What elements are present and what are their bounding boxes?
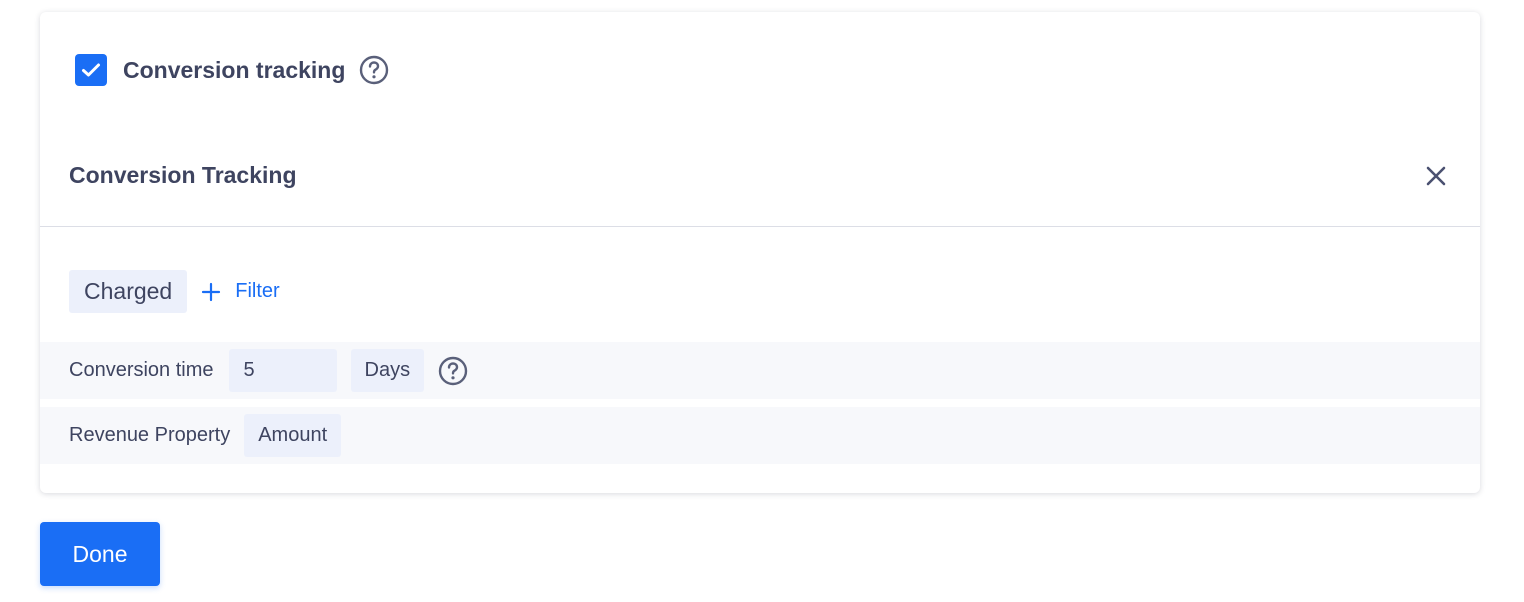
panel-title: Conversion Tracking — [69, 162, 297, 188]
conversion-tracking-panel-header: Conversion Tracking — [40, 132, 1480, 227]
conversion-time-unit-select[interactable]: Days — [350, 349, 425, 392]
event-selector[interactable]: Charged — [69, 270, 188, 313]
add-filter-label: Filter — [235, 280, 280, 302]
conversion-time-row: Conversion time Days — [40, 342, 1480, 399]
conversion-time-label: Conversion time — [69, 359, 214, 381]
plus-icon — [202, 282, 221, 301]
revenue-property-select[interactable]: Amount — [244, 414, 342, 457]
conversion-tracking-label: Conversion tracking — [123, 56, 346, 83]
close-icon[interactable] — [1424, 164, 1448, 188]
add-filter-button[interactable]: Filter — [201, 280, 280, 303]
conversion-time-input[interactable] — [228, 349, 337, 392]
question-circle-icon[interactable] — [359, 55, 389, 85]
conversion-settings-card: Conversion tracking Conversion Tracking … — [40, 12, 1480, 493]
question-circle-icon[interactable] — [438, 356, 468, 386]
conversion-tracking-checkbox[interactable] — [75, 54, 107, 86]
conversion-tracking-toggle-row: Conversion tracking — [75, 54, 389, 86]
revenue-property-label: Revenue Property — [69, 424, 231, 446]
revenue-property-row: Revenue Property Amount — [40, 407, 1480, 464]
event-row: Charged Filter — [69, 270, 280, 313]
checkmark-icon — [82, 63, 100, 77]
done-button[interactable]: Done — [40, 522, 160, 586]
